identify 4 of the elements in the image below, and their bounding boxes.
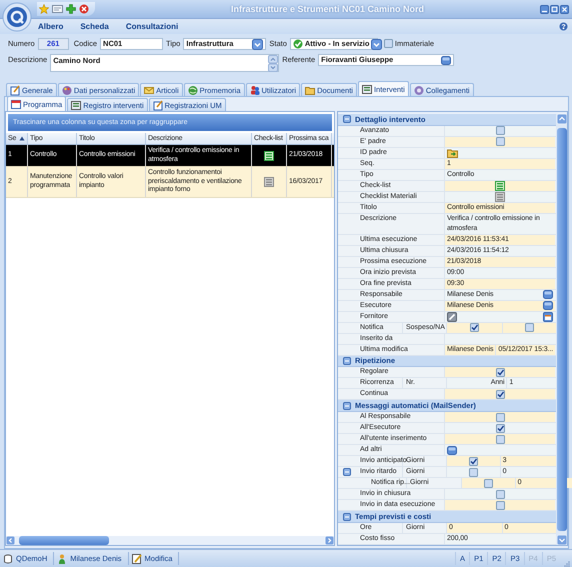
menu-item[interactable]: Albero — [38, 22, 64, 31]
menu-item[interactable]: Consultazioni — [126, 22, 178, 31]
menu-item[interactable]: Scheda — [80, 22, 109, 31]
window-title: Infrastrutture e Strumenti NC01 Camino Nord — [230, 4, 426, 14]
